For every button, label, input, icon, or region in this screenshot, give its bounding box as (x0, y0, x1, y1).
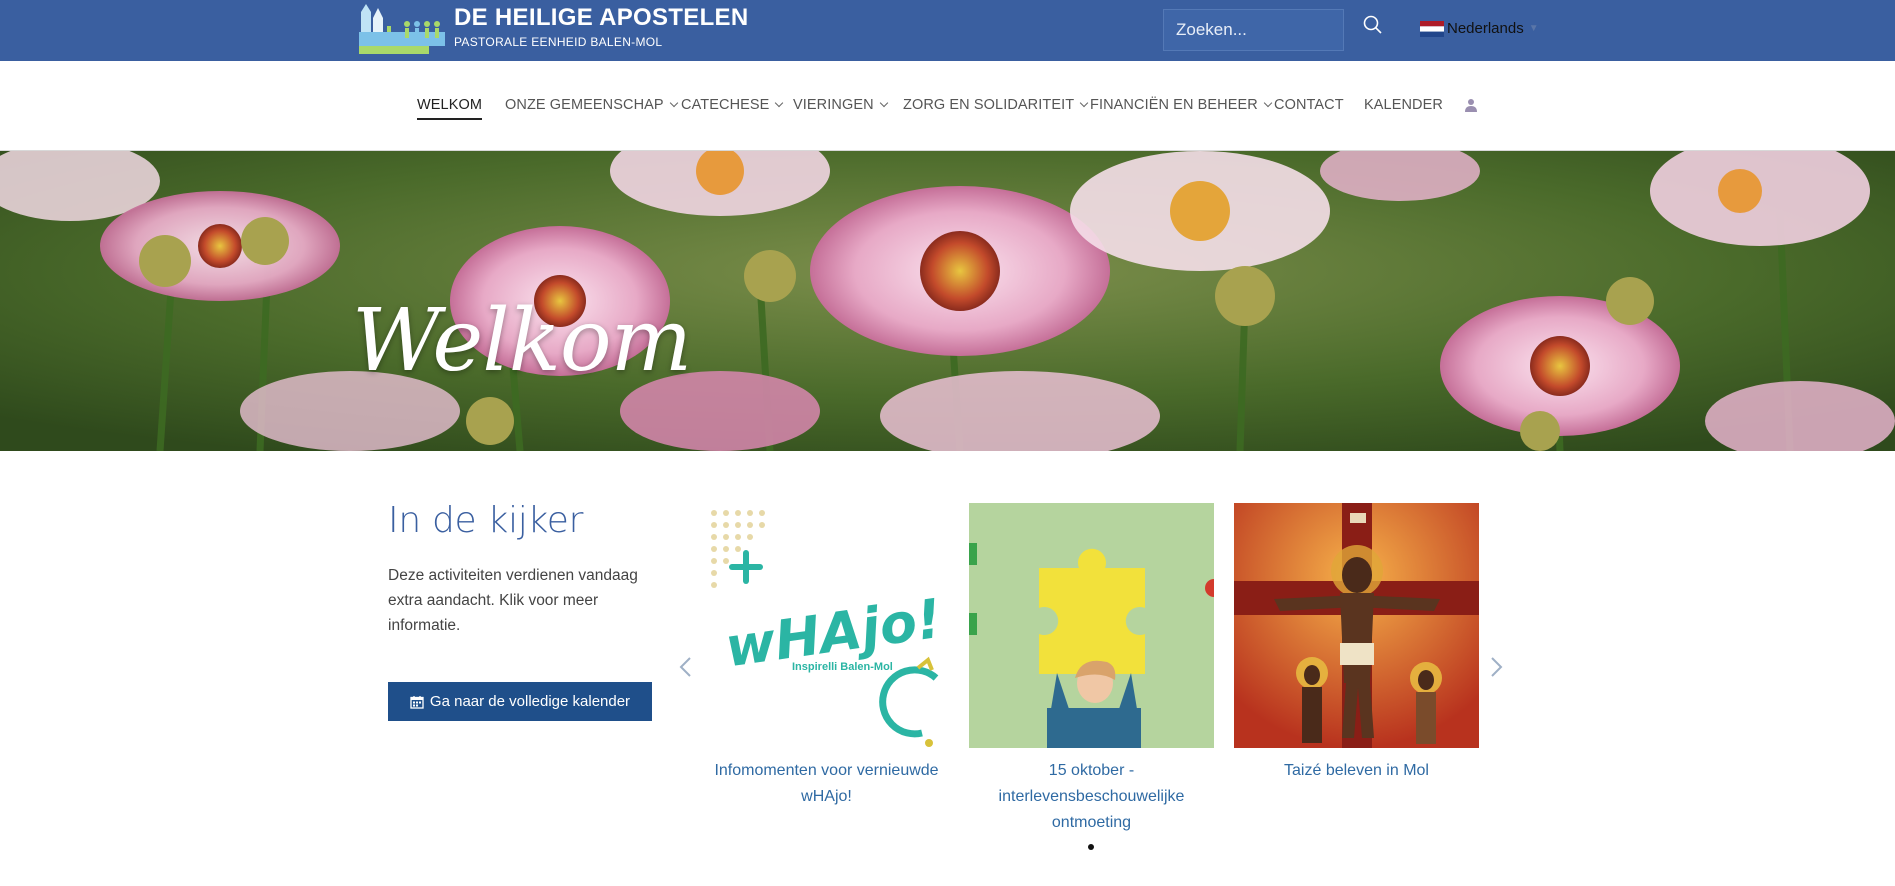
nav-item-label: FINANCIËN EN BEHEER (1090, 97, 1258, 113)
search-icon[interactable] (1360, 12, 1386, 38)
nav-item-zorg-en-solidariteit[interactable]: ZORG EN SOLIDARITEIT (903, 97, 1089, 113)
hero-flowers-image (0, 151, 1895, 451)
carousel-prev-icon[interactable] (676, 655, 696, 679)
user-icon[interactable] (1463, 97, 1479, 113)
chevron-down-icon (775, 98, 784, 108)
chevron-down-icon (879, 98, 888, 108)
nav-item-label: KALENDER (1364, 97, 1443, 113)
svg-text:Inspirelli Balen-Mol: Inspirelli Balen-Mol (792, 661, 893, 673)
card-caption-whajo[interactable]: Infomomenten voor vernieuwde wHAjo! (704, 758, 949, 810)
language-selector[interactable]: Nederlands ▼ (1420, 20, 1539, 37)
hero-banner: Welkom (0, 151, 1895, 451)
nav-item-label: CONTACT (1274, 97, 1344, 113)
nav-item-label: ZORG EN SOLIDARITEIT (903, 97, 1075, 113)
hero-title: Welkom (352, 291, 692, 391)
taize-icon-image (1234, 503, 1479, 748)
full-calendar-button[interactable]: Ga naar de volledige kalender (388, 682, 652, 721)
nav-item-onze-gemeenschap[interactable]: ONZE GEMEENSCHAP (505, 97, 678, 113)
site-subtitle: PASTORALE EENHEID BALEN-MOL (454, 35, 663, 49)
nav-item-vieringen[interactable]: VIERINGEN (793, 97, 888, 113)
nav-item-welkom[interactable]: WELKOM (417, 97, 483, 120)
chevron-down-icon (1079, 98, 1089, 108)
whajo-logo-image: wHAjo! Inspirelli Balen-Mol (711, 510, 945, 747)
calendar-icon (410, 695, 424, 709)
card-image-whajo[interactable]: wHAjo! Inspirelli Balen-Mol (704, 503, 949, 748)
chevron-down-icon (669, 98, 678, 108)
section-title: In de kijker (388, 500, 584, 541)
nav-item-financien-en-beheer[interactable]: FINANCIËN EN BEHEER (1090, 97, 1273, 113)
nav-item-contact[interactable]: CONTACT (1274, 97, 1344, 113)
carousel-next-icon[interactable] (1486, 655, 1506, 679)
puzzle-illustration (969, 543, 1214, 748)
carousel-indicator-dot[interactable] (1088, 844, 1094, 850)
search-input[interactable] (1163, 9, 1344, 51)
nav-item-label: VIERINGEN (793, 97, 874, 113)
nav-item-catechese[interactable]: CATECHESE (681, 97, 784, 113)
language-label: Nederlands (1447, 20, 1524, 37)
site-title[interactable]: DE HEILIGE APOSTELEN (454, 4, 748, 32)
full-calendar-label: Ga naar de volledige kalender (429, 693, 631, 710)
nav-item-label: CATECHESE (681, 97, 770, 113)
main-navigation: WELKOM ONZE GEMEENSCHAP CATECHESE VIERIN… (0, 61, 1895, 151)
card-image-interlevensbeschouwelijk[interactable] (969, 503, 1214, 748)
chevron-down-icon (1263, 98, 1273, 108)
card-caption-interlevensbeschouwelijk[interactable]: 15 oktober - interlevensbeschouwelijke o… (969, 758, 1214, 836)
card-caption-taize[interactable]: Taizé beleven in Mol (1234, 758, 1479, 784)
nav-item-label: ONZE GEMEENSCHAP (505, 97, 664, 113)
netherlands-flag-icon (1420, 20, 1444, 37)
nav-item-label: WELKOM (417, 97, 483, 113)
card-image-taize[interactable] (1234, 503, 1479, 748)
nav-item-kalender[interactable]: KALENDER (1364, 97, 1443, 113)
section-description: Deze activiteiten verdienen vandaag extr… (388, 567, 638, 634)
top-bar: DE HEILIGE APOSTELEN PASTORALE EENHEID B… (0, 0, 1895, 61)
logo-icon[interactable] (357, 2, 447, 58)
caret-down-icon: ▼ (1528, 23, 1539, 34)
